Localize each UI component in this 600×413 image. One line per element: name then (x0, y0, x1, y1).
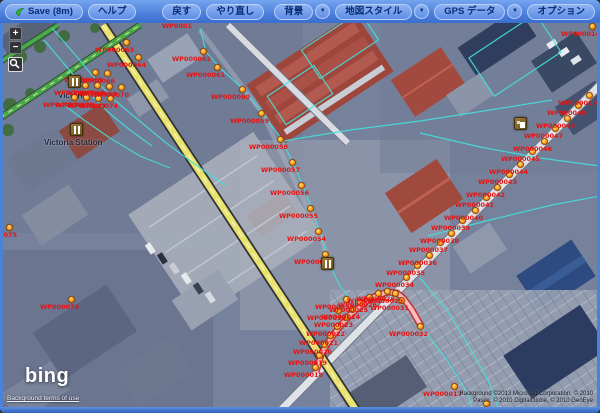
waypoint-marker[interactable] (366, 294, 373, 301)
waypoint-marker[interactable] (123, 39, 130, 46)
waypoint-marker[interactable] (349, 306, 356, 313)
waypoint-marker[interactable] (357, 299, 364, 306)
waypoint-marker[interactable] (483, 194, 490, 201)
waypoint-marker[interactable] (564, 115, 571, 122)
waypoint-marker[interactable] (472, 207, 479, 214)
waypoint-marker[interactable] (214, 64, 221, 71)
map-style-button-label: 地図スタイル (345, 5, 402, 19)
waypoint-marker[interactable] (529, 148, 536, 155)
waypoint-marker[interactable] (517, 161, 524, 168)
waypoint-marker[interactable] (343, 296, 350, 303)
waypoint-marker[interactable] (437, 239, 444, 246)
gps-data-button-label: GPS データ (444, 5, 495, 19)
waypoint-marker[interactable] (398, 297, 405, 304)
waypoint-marker[interactable] (83, 94, 90, 101)
window-bottom-frame (0, 407, 600, 413)
options-button[interactable]: オプション (527, 4, 595, 20)
waypoint-marker[interactable] (552, 125, 559, 132)
waypoint-marker[interactable] (334, 323, 341, 330)
gps-data-button[interactable]: GPS データ (434, 4, 505, 20)
gps-data-button-group: GPS データ ▼ (434, 4, 522, 20)
waypoint-marker[interactable] (494, 184, 501, 191)
waypoint-marker[interactable] (82, 82, 89, 89)
waypoint-marker[interactable] (342, 314, 349, 321)
gps-data-dropdown-arrow-icon[interactable]: ▼ (507, 4, 522, 19)
waypoint-marker[interactable] (586, 92, 593, 99)
redo-button[interactable]: やり直し (206, 4, 264, 20)
waypoint-marker[interactable] (316, 352, 323, 359)
waypoint-marker[interactable] (289, 159, 296, 166)
waypoint-marker[interactable] (239, 86, 246, 93)
zoom-search-button[interactable] (8, 57, 23, 72)
redo-button-label: やり直し (216, 5, 254, 19)
help-button[interactable]: ヘルプ (88, 4, 137, 20)
undo-button[interactable]: 戻す (162, 4, 201, 20)
waypoint-marker[interactable] (321, 341, 328, 348)
background-button-group: 背景 ▼ (274, 4, 330, 20)
background-dropdown-arrow-icon[interactable]: ▼ (315, 4, 330, 19)
zoom-in-button[interactable]: + (9, 27, 22, 40)
editor-window: Save (8m) ヘルプ 戻す やり直し 背景 ▼ 地図スタイル ▼ GPS … (0, 0, 600, 413)
options-button-label: オプション (537, 5, 585, 19)
waypoint-marker[interactable] (135, 54, 142, 61)
waypoint-marker[interactable] (71, 94, 78, 101)
save-button-label: Save (8m) (28, 5, 73, 19)
background-button[interactable]: 背景 (274, 4, 313, 20)
waypoint-marker[interactable] (200, 48, 207, 55)
restaurant-icon[interactable] (321, 257, 334, 270)
waypoint-marker[interactable] (315, 228, 322, 235)
waypoint-marker[interactable] (459, 217, 466, 224)
waypoint-marker[interactable] (312, 364, 319, 371)
background-button-label: 背景 (284, 5, 303, 19)
help-button-label: ヘルプ (98, 5, 127, 19)
waypoint-marker[interactable] (327, 332, 334, 339)
waypoint-marker[interactable] (506, 171, 513, 178)
waypoint-marker[interactable] (417, 323, 424, 330)
restaurant-icon[interactable] (68, 75, 81, 88)
waypoint-marker[interactable] (107, 95, 114, 102)
waypoint-marker[interactable] (104, 70, 111, 77)
map-style-dropdown-arrow-icon[interactable]: ▼ (414, 4, 429, 19)
save-button[interactable]: Save (8m) (5, 4, 83, 20)
zoom-out-button[interactable]: − (9, 41, 22, 54)
waypoint-marker[interactable] (384, 288, 391, 295)
waypoint-marker[interactable] (94, 82, 101, 89)
waypoint-marker[interactable] (106, 83, 113, 90)
waypoint-marker[interactable] (277, 136, 284, 143)
save-arrow-icon (15, 7, 25, 17)
top-toolbar: Save (8m) ヘルプ 戻す やり直し 背景 ▼ 地図スタイル ▼ GPS … (0, 0, 600, 23)
waypoint-marker[interactable] (392, 290, 399, 297)
waypoint-marker[interactable] (575, 102, 582, 109)
waypoint-marker[interactable] (335, 307, 342, 314)
magnifier-icon (9, 58, 20, 69)
waypoint-marker[interactable] (448, 230, 455, 237)
map-style-button-group: 地図スタイル ▼ (335, 4, 429, 20)
undo-button-label: 戻す (172, 5, 191, 19)
restaurant-icon[interactable] (70, 123, 83, 136)
waypoint-marker[interactable] (375, 290, 382, 297)
waypoint-marker[interactable] (403, 274, 410, 281)
waypoint-marker[interactable] (95, 95, 102, 102)
background-terms-link[interactable]: Background terms of use (7, 395, 79, 402)
waypoint-marker[interactable] (414, 262, 421, 269)
waypoint-marker[interactable] (258, 110, 265, 117)
shop-icon[interactable] (514, 117, 527, 130)
waypoint-marker[interactable] (541, 138, 548, 145)
map-canvas[interactable]: + − WP000018WP000019WP000020WP000021WP00… (3, 23, 597, 407)
waypoint-marker[interactable] (451, 383, 458, 390)
waypoint-marker[interactable] (68, 296, 75, 303)
waypoint-marker[interactable] (6, 224, 13, 231)
waypoint-marker[interactable] (307, 205, 314, 212)
waypoint-marker[interactable] (298, 182, 305, 189)
waypoint-marker[interactable] (118, 84, 125, 91)
waypoint-marker[interactable] (92, 69, 99, 76)
satellite-imagery (3, 23, 597, 407)
map-style-button[interactable]: 地図スタイル (335, 4, 412, 20)
waypoint-marker[interactable] (589, 23, 596, 30)
waypoint-marker[interactable] (483, 400, 490, 407)
waypoint-marker[interactable] (426, 252, 433, 259)
